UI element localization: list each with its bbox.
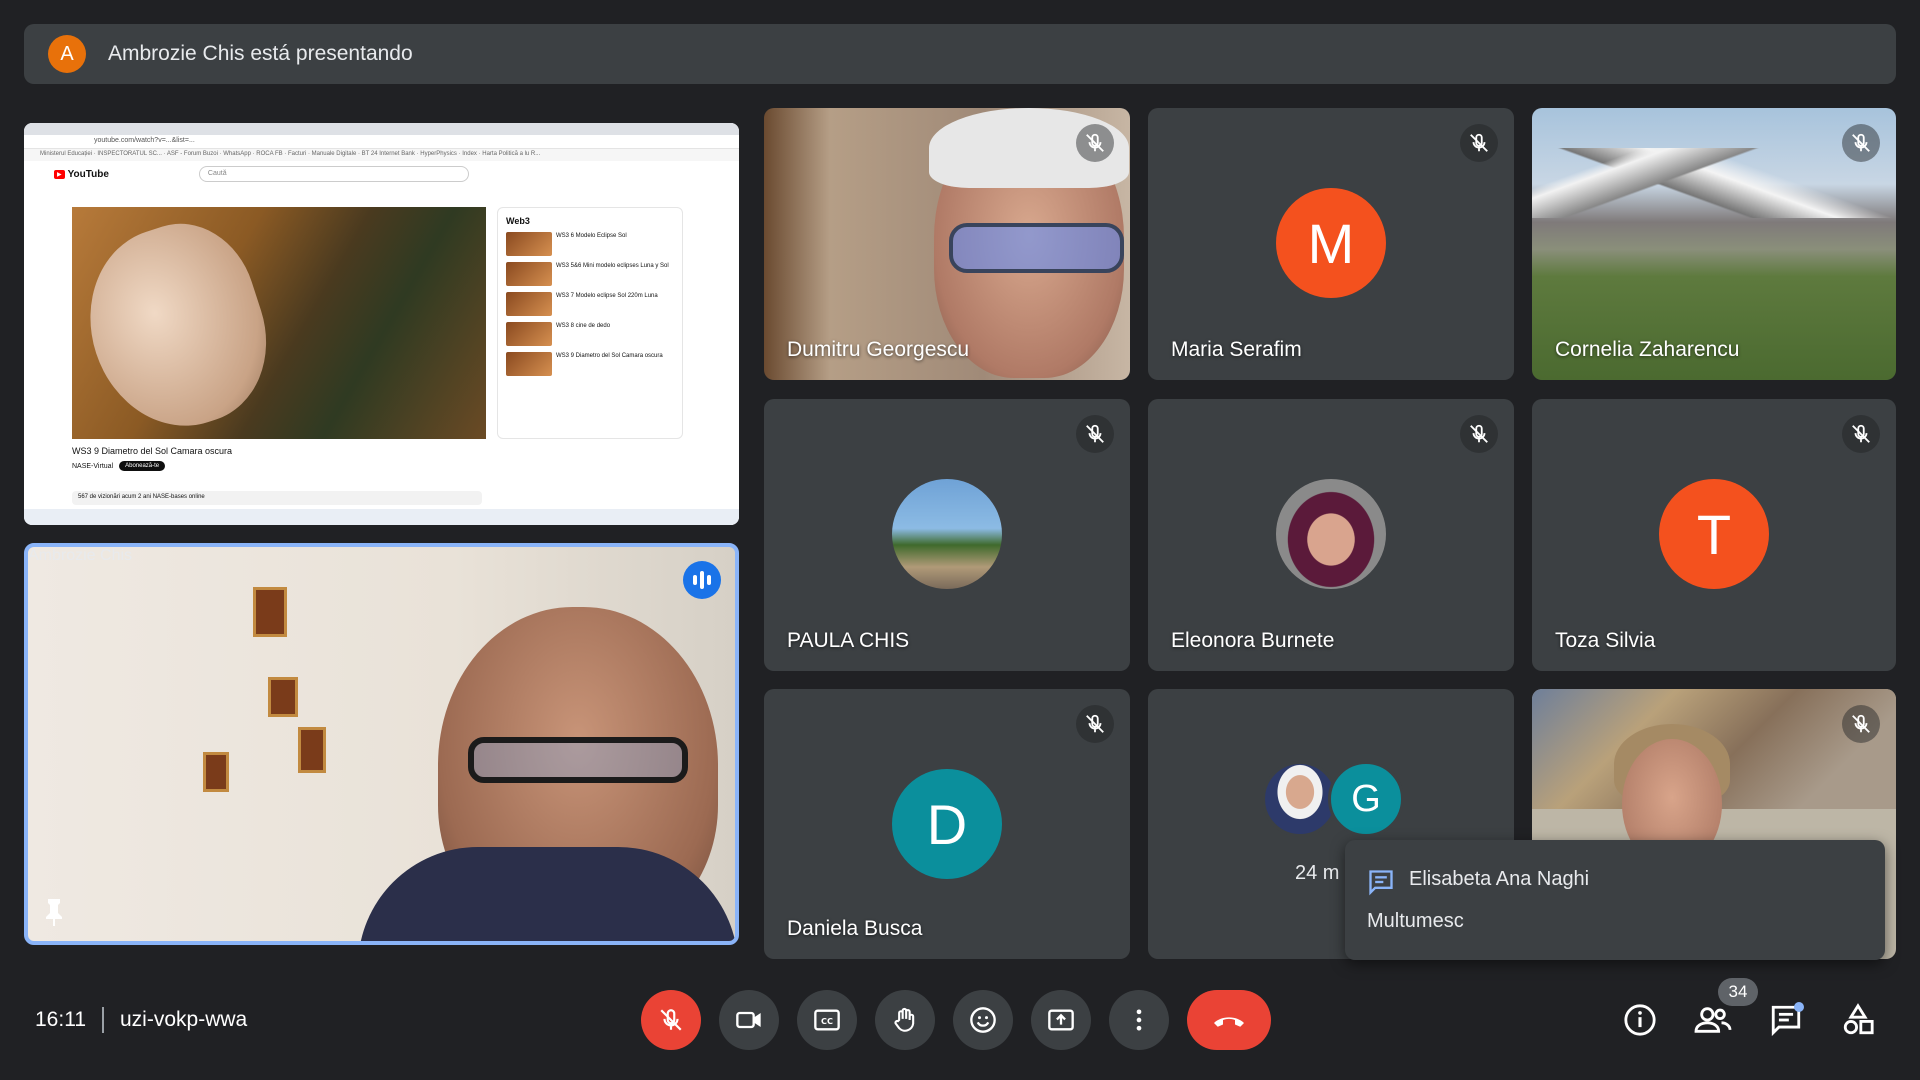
playlist-item: WS3 6 Modelo Eclipse Sol xyxy=(506,232,674,256)
chat-button[interactable] xyxy=(1764,998,1808,1042)
mic-off-icon xyxy=(1842,705,1880,743)
participant-name: Toza Silvia xyxy=(1555,629,1656,652)
participant-tile-dumitru[interactable]: Dumitru Georgescu xyxy=(764,108,1130,380)
playlist-item: WS3 7 Modelo eclipse Sol 220m Luna xyxy=(506,292,674,316)
playlist-item: WS3 8 cine de dedo xyxy=(506,322,674,346)
more-options-button[interactable] xyxy=(1109,990,1169,1050)
reactions-button[interactable] xyxy=(953,990,1013,1050)
youtube-logo-icon: ▶ xyxy=(54,169,65,179)
mic-off-icon xyxy=(1460,124,1498,162)
speaker-glasses xyxy=(468,737,688,783)
speaking-indicator-icon xyxy=(683,561,721,599)
youtube-header: ▶ YouTube Caută xyxy=(24,161,739,187)
people-button[interactable] xyxy=(1691,998,1735,1042)
hand-icon xyxy=(894,1007,915,1032)
self-video-tile[interactable]: Ambrozie Chis xyxy=(24,543,739,945)
subscribe-button: Abonează-te xyxy=(119,461,166,471)
video-channel: NASE-Virtual Abonează-te xyxy=(72,461,166,471)
others-count: 24 m xyxy=(1295,862,1340,884)
participant-photo-avatar xyxy=(892,479,1002,589)
camera-icon xyxy=(736,1011,761,1029)
browser-tabs xyxy=(24,123,739,135)
chat-icon xyxy=(1369,870,1393,896)
presenting-text: Ambrozie Chis está presentando xyxy=(108,42,413,65)
participant-name: Eleonora Burnete xyxy=(1171,629,1335,652)
captions-button[interactable]: CC xyxy=(797,990,857,1050)
participant-tile-maria[interactable]: M Maria Serafim xyxy=(1148,108,1514,380)
divider xyxy=(102,1007,104,1033)
captions-icon: CC xyxy=(814,1009,840,1031)
participant-avatar: T xyxy=(1659,479,1769,589)
participant-avatar: G xyxy=(1328,761,1404,837)
hang-up-icon xyxy=(1214,1017,1244,1027)
video-player xyxy=(65,205,486,449)
participant-tile-cornelia[interactable]: Cornelia Zaharencu xyxy=(1532,108,1896,380)
present-icon xyxy=(1048,1009,1074,1031)
meeting-info: 16:11 uzi-vokp-wwa xyxy=(35,1007,247,1033)
chat-sender: Elisabeta Ana Naghi xyxy=(1409,868,1590,890)
leave-call-button[interactable] xyxy=(1187,990,1271,1050)
participant-tile-eleonora[interactable]: Eleonora Burnete xyxy=(1148,399,1514,671)
participant-name: Cornelia Zaharencu xyxy=(1555,338,1740,361)
chat-message: Multumesc xyxy=(1367,910,1464,932)
youtube-search-input: Caută xyxy=(198,166,469,182)
participant-name: Maria Serafim xyxy=(1171,338,1302,361)
participant-tile-daniela[interactable]: D Daniela Busca xyxy=(764,689,1130,959)
presenting-banner: A Ambrozie Chis está presentando xyxy=(24,24,1896,84)
participant-name: Dumitru Georgescu xyxy=(787,338,970,361)
participant-name: Ambrozie Chis xyxy=(28,547,133,564)
unread-dot xyxy=(1794,1002,1804,1012)
camera-toggle-button[interactable] xyxy=(719,990,779,1050)
raise-hand-button[interactable] xyxy=(875,990,935,1050)
participant-avatar: M xyxy=(1276,188,1386,298)
youtube-logo-text: YouTube xyxy=(67,168,109,180)
participant-avatar: D xyxy=(892,769,1002,879)
mic-off-icon xyxy=(1842,124,1880,162)
browser-url: youtube.com/watch?v=...&list=... xyxy=(24,135,739,149)
pin-icon[interactable] xyxy=(42,897,66,927)
browser-bookmarks: Ministerul Educației · INSPECTORATUL SC.… xyxy=(24,149,739,161)
mic-off-icon xyxy=(1076,415,1114,453)
participant-tile-paula[interactable]: PAULA CHIS xyxy=(764,399,1130,671)
present-screen-button[interactable] xyxy=(1031,990,1091,1050)
participant-name: PAULA CHIS xyxy=(787,629,910,652)
svg-text:CC: CC xyxy=(821,1016,833,1026)
activities-button[interactable] xyxy=(1836,998,1880,1042)
participant-tile-toza[interactable]: T Toza Silvia xyxy=(1532,399,1896,671)
participant-photo-avatar xyxy=(1276,479,1386,589)
info-icon xyxy=(1624,1004,1656,1036)
channel-name: NASE-Virtual xyxy=(72,462,114,470)
screen-share-tile[interactable]: youtube.com/watch?v=...&list=... Ministe… xyxy=(24,123,739,525)
more-vert-icon xyxy=(1136,1009,1142,1031)
mic-off-icon xyxy=(1460,415,1498,453)
clock-time: 16:11 xyxy=(35,1008,86,1031)
mic-off-icon xyxy=(1076,705,1114,743)
mic-off-icon xyxy=(1842,415,1880,453)
presenter-avatar: A xyxy=(48,35,86,73)
shapes-icon xyxy=(1843,1003,1874,1035)
mic-off-icon xyxy=(1076,124,1114,162)
video-description: 567 de vizionări acum 2 ani NASE-bases o… xyxy=(72,491,482,505)
windows-taskbar xyxy=(24,509,739,525)
emoji-icon xyxy=(970,1007,996,1033)
playlist-title: Web3 xyxy=(506,216,530,226)
playlist-item: WS3 5&6 Mini modelo eclipses Luna y Sol xyxy=(506,262,674,286)
people-icon xyxy=(1694,1007,1732,1033)
participant-name: Daniela Busca xyxy=(787,917,923,940)
playlist-panel: Web3 WS3 6 Modelo Eclipse Sol WS3 5&6 Mi… xyxy=(497,207,683,439)
playlist-item: WS3 9 Diametro del Sol Camara oscura xyxy=(506,352,674,376)
mic-off-icon xyxy=(660,1009,682,1031)
video-lamp xyxy=(65,205,289,449)
meeting-details-button[interactable] xyxy=(1618,998,1662,1042)
participant-photo-avatar xyxy=(1262,761,1338,837)
video-title: WS3 9 Diametro del Sol Camara oscura xyxy=(72,446,233,456)
mic-toggle-button[interactable] xyxy=(641,990,701,1050)
meeting-code: uzi-vokp-wwa xyxy=(120,1008,248,1031)
chat-notification[interactable]: Elisabeta Ana Naghi Multumesc xyxy=(1345,840,1885,960)
